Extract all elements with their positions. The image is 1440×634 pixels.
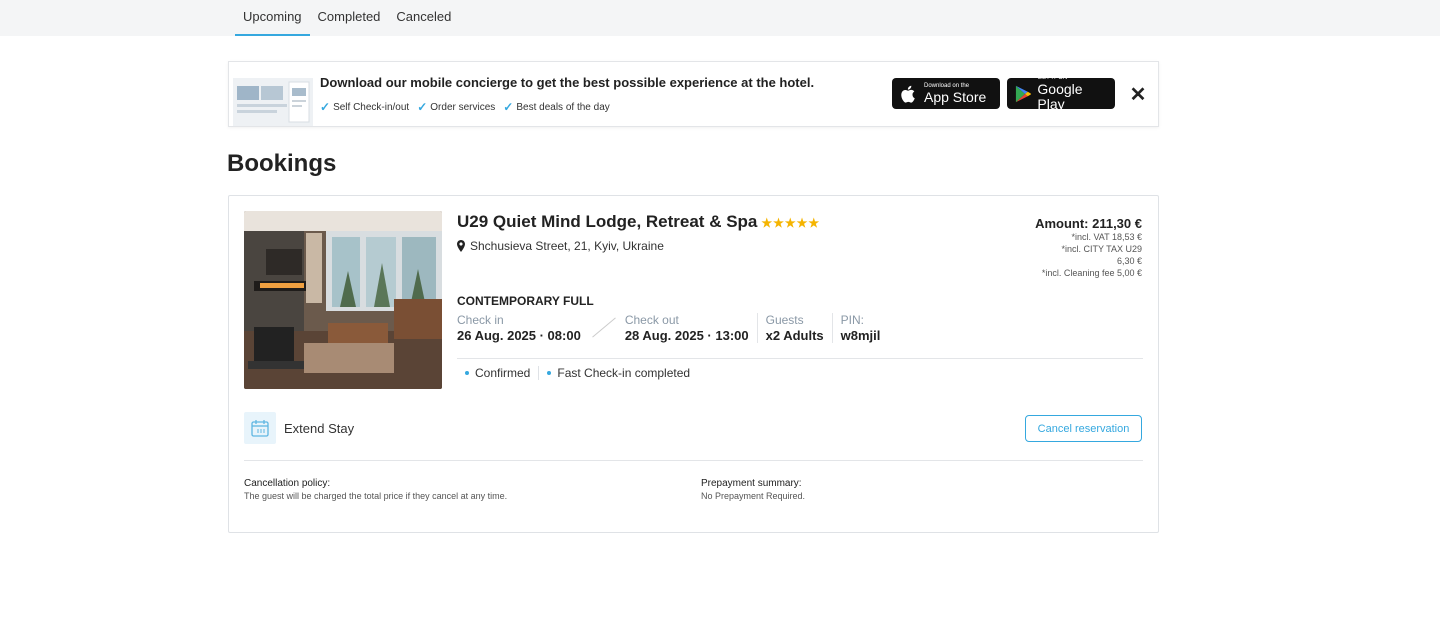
guests: Guests x2 Adults [766,313,832,343]
guests-label: Guests [765,313,804,327]
close-icon[interactable]: ✕ [1128,82,1148,106]
hotel-name[interactable]: U29 Quiet Mind Lodge, Retreat & Spa ★★★★★ [457,212,820,232]
divider [756,313,758,343]
checkmark-icon: ✓ [320,100,331,114]
vat-line: *incl. VAT 18,53 € [1071,232,1142,242]
status-confirmed: Confirmed [475,366,531,380]
feature-item: ✓ Self Check-in/out [320,100,409,114]
app-download-banner: Download our mobile concierge to get the… [228,61,1159,127]
city-tax-line: *incl. CITY TAX U29 [1061,244,1142,254]
pin-value: w8mjil [840,328,881,343]
google-play-button[interactable]: GET IT ON Google Play [1007,75,1115,112]
total-amount: Amount: 211,30 € [1035,216,1142,231]
banner-title: Download our mobile concierge to get the… [320,75,815,90]
prepayment-summary-title: Prepayment summary: [701,478,802,489]
status-dot-icon [547,371,552,375]
cleaning-fee-line: *incl. Cleaning fee 5,00 € [1041,268,1142,278]
app-preview-image [233,72,313,126]
city-tax-value: 6,30 € [1116,256,1142,266]
banner-feature-list: ✓ Self Check-in/out ✓ Order services ✓ Best… [320,100,610,114]
prepayment-summary: Prepayment summary: No Prepayment Requir… [701,477,805,503]
apple-icon [901,85,915,103]
cancel-reservation-button[interactable]: Cancel reservation [1025,415,1142,442]
cancellation-policy: Cancellation policy: The guest will be c… [244,477,507,503]
check-in-value: 26 Aug. 2025 · 08:00 [457,328,581,343]
pin-label: PIN: [840,313,864,327]
extend-stay-button[interactable]: Extend Stay [244,412,354,444]
guests-value: x2 Adults [765,328,824,343]
check-out: Check out 28 Aug. 2025 · 13:00 [625,313,757,343]
booking-tabs: Upcoming Completed Canceled [235,0,459,36]
check-out-label: Check out [624,313,679,327]
status-dot-icon [465,371,469,375]
app-store-label: App Store [924,88,987,105]
extend-stay-label: Extend Stay [284,420,355,436]
tab-upcoming[interactable]: Upcoming [235,0,310,36]
tab-canceled[interactable]: Canceled [388,0,459,36]
app-store-button[interactable]: Download on the App Store [892,78,1000,109]
check-in: Check in 26 Aug. 2025 · 08:00 [457,313,589,343]
check-out-value: 28 Aug. 2025 · 13:00 [624,328,749,343]
amount-summary: Amount: 211,30 € *incl. VAT 18,53 € *inc… [1035,216,1142,279]
divider [538,366,540,380]
hotel-name-text: U29 Quiet Mind Lodge, Retreat & Spa [457,212,758,231]
hotel-address: Shchusieva Street, 21, Kyiv, Ukraine [457,239,664,253]
stay-details: Check in 26 Aug. 2025 · 08:00 Check out … [457,313,888,343]
star-rating: ★★★★★ [761,216,821,230]
cancellation-policy-title: Cancellation policy: [244,478,331,489]
hotel-photo [244,211,442,389]
google-play-icon [1015,85,1031,102]
divider [244,460,1143,461]
address-text: Shchusieva Street, 21, Kyiv, Ukraine [470,239,664,253]
feature-item: ✓ Order services [417,100,495,114]
divider [831,313,833,343]
google-play-label: Google Play [1037,81,1083,112]
feature-label: Best deals of the day [516,101,610,113]
feature-label: Self Check-in/out [333,101,410,113]
booking-status-row: Confirmed Fast Check-in completed [465,366,698,380]
booking-card: U29 Quiet Mind Lodge, Retreat & Spa ★★★★★… [228,195,1159,533]
page-title: Bookings [227,150,337,177]
status-badge: Confirmed [465,366,538,380]
location-pin-icon [457,240,465,252]
feature-item: ✓ Best deals of the day [503,100,609,114]
tab-completed[interactable]: Completed [310,0,389,36]
feature-label: Order services [430,101,496,113]
divider [457,358,1143,359]
checkmark-icon: ✓ [503,100,514,114]
top-navigation-bar: Upcoming Completed Canceled [0,0,1440,36]
checkmark-icon: ✓ [417,100,428,114]
cancellation-policy-text: The guest will be charged the total pric… [244,491,508,501]
status-checkin: Fast Check-in completed [557,366,691,380]
check-in-label: Check in [457,313,504,327]
calendar-icon [244,412,276,444]
pin: PIN: w8mjil [841,313,889,343]
date-range-divider [589,313,619,343]
status-badge: Fast Check-in completed [547,366,698,380]
prepayment-summary-text: No Prepayment Required. [701,491,806,501]
room-type: CONTEMPORARY FULL [457,294,594,308]
